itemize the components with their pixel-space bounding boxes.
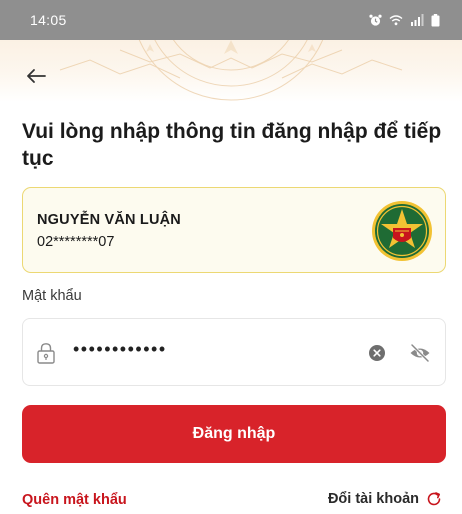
page-title: Vui lòng nhập thông tin đăng nhập để tiế… — [22, 120, 442, 170]
forgot-password-link[interactable]: Quên mật khẩu — [22, 492, 127, 508]
switch-account-link[interactable]: Đổi tài khoản — [328, 491, 442, 507]
account-name: NGUYỄN VĂN LUẬN — [37, 212, 181, 228]
password-value: •••••••••••• — [73, 339, 167, 359]
status-bar: 14:05 — [0, 0, 462, 40]
lock-icon — [37, 343, 55, 364]
signal-icon — [411, 14, 424, 26]
police-emblem-icon — [372, 201, 432, 261]
password-label: Mật khẩu — [22, 288, 82, 304]
status-time: 14:05 — [30, 12, 67, 28]
account-card: NGUYỄN VĂN LUẬN 02********07 — [22, 187, 446, 273]
battery-icon — [431, 13, 440, 26]
password-input[interactable]: •••••••••••• — [22, 318, 446, 386]
account-phone: 02********07 — [37, 234, 115, 250]
refresh-icon — [427, 492, 441, 506]
status-icons — [369, 13, 440, 27]
switch-account-label: Đổi tài khoản — [327, 491, 419, 507]
clear-icon[interactable] — [369, 345, 385, 361]
arrow-left-icon — [27, 69, 46, 83]
drum-pattern-decoration — [59, 40, 403, 101]
login-button[interactable]: Đăng nhập — [22, 405, 446, 463]
wifi-icon — [389, 15, 403, 26]
header-banner — [0, 40, 462, 102]
eye-off-icon[interactable] — [409, 343, 431, 363]
alarm-icon — [369, 14, 382, 26]
back-button[interactable] — [22, 64, 50, 88]
